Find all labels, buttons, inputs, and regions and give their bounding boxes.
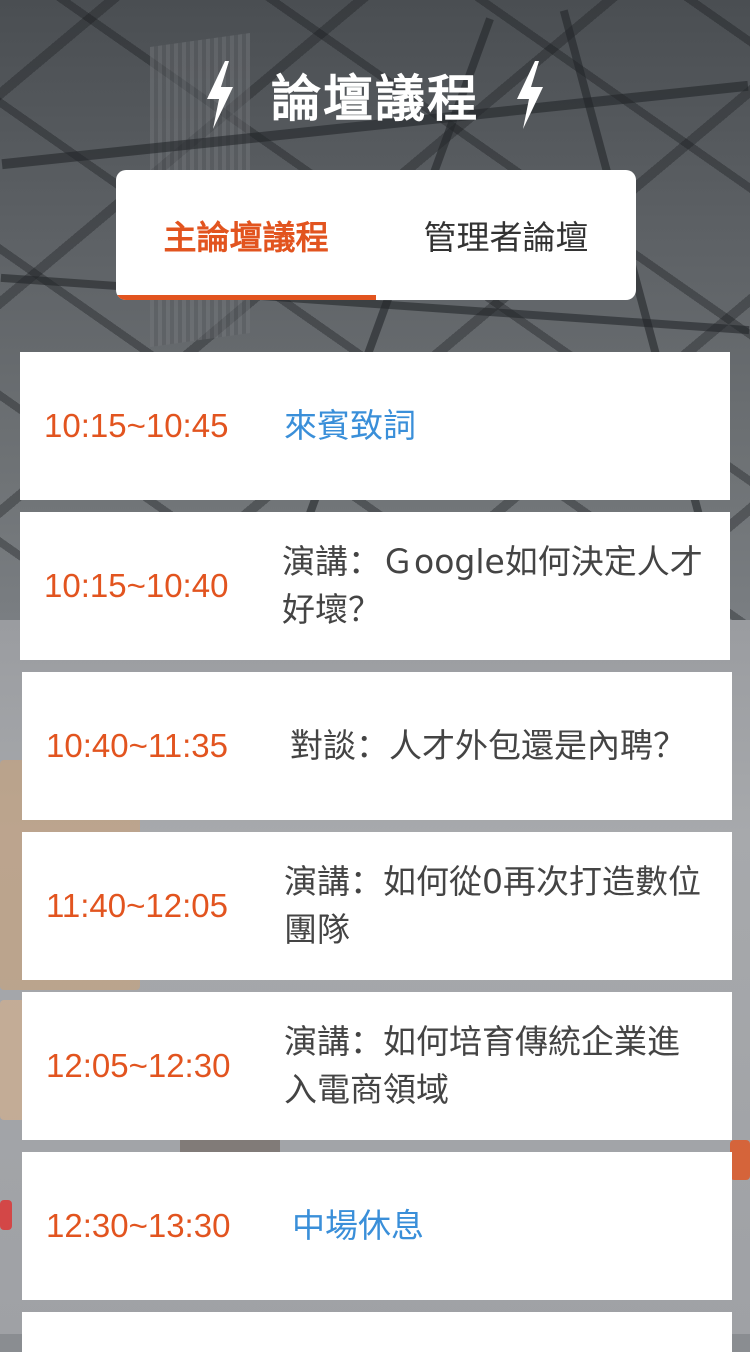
- schedule-row[interactable]: 10:15~10:45 來賓致詞: [20, 352, 730, 500]
- session-time: 10:15~10:40: [44, 567, 229, 604]
- session-time: 12:30~13:30: [46, 1207, 231, 1244]
- session-time: 10:15~10:45: [44, 407, 229, 444]
- page-header: 論壇議程: [0, 55, 750, 135]
- session-topic: 演講：Ｇoogle如何決定人才好壞？: [282, 542, 703, 629]
- session-time: 12:05~12:30: [46, 1047, 231, 1084]
- page-title: 論壇議程: [271, 70, 479, 128]
- forum-tabs: 主論壇議程 管理者論壇: [116, 170, 636, 300]
- schedule-row[interactable]: 12:05~12:30 演講：如何培育傳統企業進入電商領域: [22, 992, 732, 1140]
- session-topic: 演講：如何從0再次打造數位團隊: [284, 862, 701, 949]
- schedule-row[interactable]: 12:30~13:30 中場休息: [22, 1152, 732, 1300]
- tab-manager-forum[interactable]: 管理者論壇: [376, 170, 636, 300]
- schedule-row[interactable]: 11:40~12:05 演講：如何從0再次打造數位團隊: [22, 832, 732, 980]
- background-badge: [730, 1140, 750, 1180]
- session-topic: 來賓致詞: [284, 406, 416, 445]
- background-badge: [0, 1200, 12, 1230]
- schedule-row-partial[interactable]: [22, 1312, 732, 1352]
- lightning-bolt-icon: [517, 61, 543, 129]
- session-topic: 對談：人才外包還是內聘？: [290, 726, 686, 765]
- tab-main-forum[interactable]: 主論壇議程: [116, 170, 376, 300]
- session-topic: 中場休息: [292, 1206, 424, 1245]
- lightning-bolt-icon: [207, 61, 233, 129]
- session-topic: 演講：如何培育傳統企業進入電商領域: [284, 1022, 680, 1109]
- schedule-row[interactable]: 10:40~11:35 對談：人才外包還是內聘？: [22, 672, 732, 820]
- session-time: 11:40~12:05: [46, 887, 228, 924]
- session-time: 10:40~11:35: [46, 727, 228, 764]
- schedule-row[interactable]: 10:15~10:40 演講：Ｇoogle如何決定人才好壞？: [20, 512, 730, 660]
